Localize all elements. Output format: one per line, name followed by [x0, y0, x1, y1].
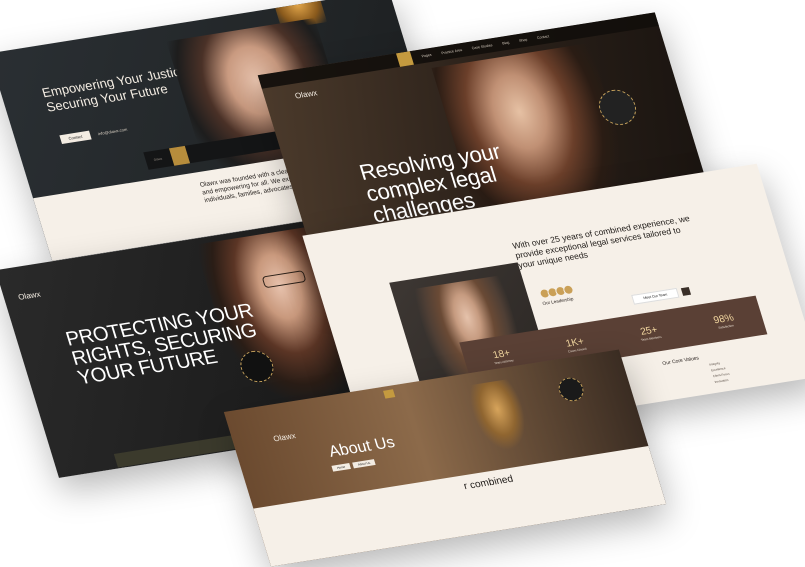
page-title: About Us — [326, 434, 397, 461]
arrow-icon[interactable] — [680, 286, 692, 296]
content-section: r combined — [253, 446, 667, 567]
site-logo[interactable]: Olawx — [272, 431, 297, 443]
strip-logo: Olawx — [153, 156, 163, 162]
breadcrumb-home[interactable]: Home — [331, 463, 351, 472]
site-logo[interactable]: Olawx — [294, 88, 319, 100]
stat-item: 1K+ Cases Closed — [564, 336, 587, 353]
meet-team-label[interactable]: Meet Our Team — [631, 287, 680, 305]
list-item: Innovation — [714, 377, 729, 384]
email-link[interactable]: info@olawx.com — [97, 127, 128, 136]
core-values-title: Our Core Values — [661, 355, 700, 367]
breadcrumb: Home About Us — [331, 459, 377, 472]
top-nav — [383, 389, 396, 399]
nav-item[interactable]: Contact — [537, 34, 550, 40]
nav-item[interactable]: Shop — [519, 38, 528, 43]
accent-strip — [113, 435, 237, 468]
cta-row: Contact info@olawx.com — [59, 125, 128, 145]
nav-item[interactable]: Case Studies — [471, 43, 493, 50]
badge-icon — [555, 375, 587, 403]
intro-text: With over 25 years of combined experienc… — [511, 213, 691, 271]
stat-item: 18+ Years Attorney — [490, 347, 513, 364]
meet-team-button[interactable]: Meet Our Team — [631, 286, 692, 305]
nav-active-tab[interactable] — [383, 389, 396, 399]
core-values-list: Integrity Excellence Client-Focus Innova… — [708, 359, 732, 385]
nav-item[interactable]: Pages — [421, 53, 432, 58]
breadcrumb-current: About Us — [352, 459, 377, 469]
stat-item: 25+ Team Members — [637, 324, 662, 341]
section-heading: r combined — [462, 473, 515, 493]
nav-active-tab[interactable] — [395, 51, 414, 67]
stat-item: 98% Satisfaction — [712, 312, 736, 330]
justice-statue-image — [464, 378, 535, 454]
strip-accent — [169, 145, 191, 166]
nav-item[interactable]: Blog — [502, 41, 510, 46]
site-logo[interactable]: Olawx — [17, 290, 42, 302]
nav-item[interactable]: Practice Area — [441, 48, 463, 55]
contact-button[interactable]: Contact — [59, 130, 92, 145]
